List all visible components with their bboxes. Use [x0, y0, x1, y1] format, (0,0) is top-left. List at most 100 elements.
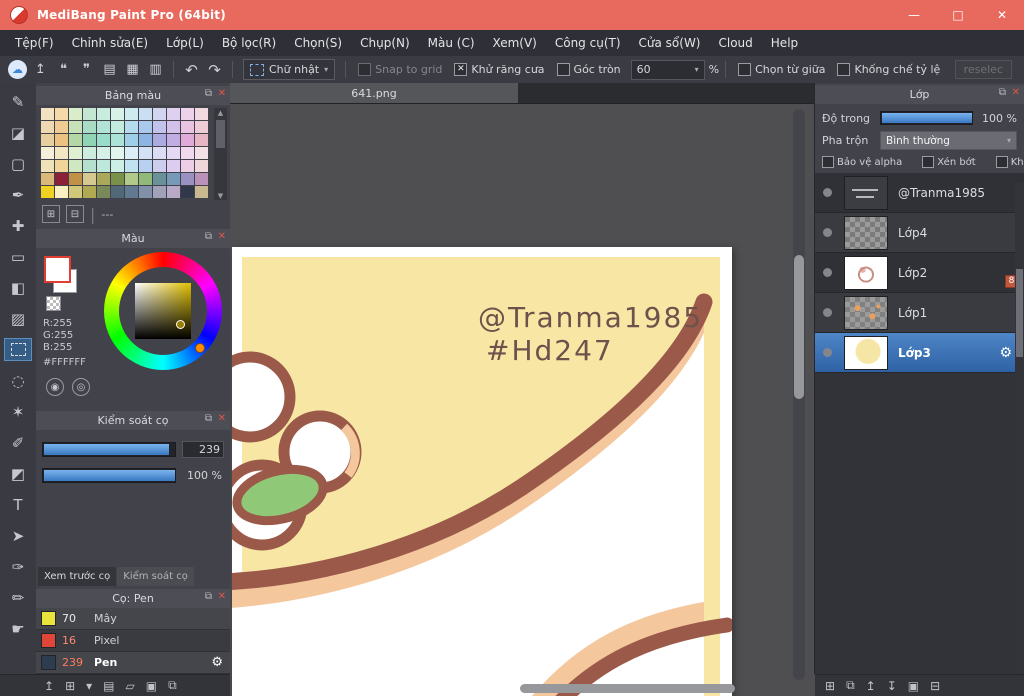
select-pen-tool[interactable]: ✐: [5, 432, 31, 453]
document-tab[interactable]: 641.png: [230, 83, 518, 103]
clipping-checkbox[interactable]: Xén bớt: [922, 156, 976, 168]
publish-icon[interactable]: ↥: [30, 59, 51, 80]
corner-radius-dropdown[interactable]: 60 ▾: [630, 59, 705, 80]
scrollbar-thumb[interactable]: [794, 255, 804, 399]
alpha-protect-checkbox[interactable]: Bảo vệ alpha: [822, 156, 902, 168]
move-tool[interactable]: ✚: [5, 215, 31, 236]
palette-swatch[interactable]: [153, 173, 166, 185]
palette-swatch[interactable]: [69, 147, 82, 159]
palette-swatch[interactable]: [97, 173, 110, 185]
palette-swatch[interactable]: [83, 108, 96, 120]
brush-opacity-slider[interactable]: [42, 467, 176, 483]
scroll-down-icon[interactable]: ▼: [214, 191, 227, 200]
duplicate-layer-icon[interactable]: ⧉: [846, 678, 855, 693]
delete-swatch-icon[interactable]: ⊟: [66, 205, 84, 223]
layer-row[interactable]: Lớp4 ⚙: [815, 213, 1024, 253]
palette-swatch[interactable]: [167, 147, 180, 159]
palette-swatch[interactable]: [55, 108, 68, 120]
transform-tool[interactable]: ▭: [5, 246, 31, 267]
palette-swatch[interactable]: [41, 134, 54, 146]
menu-color[interactable]: Màu (C): [419, 30, 484, 56]
selection-shape-dropdown[interactable]: Chữ nhật ▾: [243, 59, 336, 80]
close-panel-icon[interactable]: ✕: [218, 231, 226, 242]
palette-swatch[interactable]: [181, 173, 194, 185]
palette-swatch[interactable]: [153, 134, 166, 146]
tab-brush-control[interactable]: Kiểm soát cọ: [117, 567, 194, 586]
blend-mode-dropdown[interactable]: Bình thường ▾: [880, 131, 1017, 150]
close-panel-icon[interactable]: ✕: [218, 413, 226, 424]
palette-swatch[interactable]: [181, 147, 194, 159]
redo-icon[interactable]: ↷: [204, 59, 225, 80]
palette-swatch[interactable]: [41, 147, 54, 159]
foreground-color-swatch[interactable]: [44, 256, 71, 283]
palette-swatch[interactable]: [195, 147, 208, 159]
palette-swatch[interactable]: [55, 160, 68, 172]
new-canvas-icon[interactable]: ▤: [99, 59, 120, 80]
brush-settings-gear-icon[interactable]: ⚙: [211, 655, 223, 670]
detach-panel-icon[interactable]: ⧉: [205, 231, 212, 242]
palette-swatch[interactable]: [195, 134, 208, 146]
palette-swatch[interactable]: [139, 173, 152, 185]
palette-swatch[interactable]: [195, 160, 208, 172]
palette-swatch[interactable]: [97, 160, 110, 172]
palette-swatch[interactable]: [41, 121, 54, 133]
layer-row[interactable]: Lớp1 ⚙: [815, 293, 1024, 333]
palette-swatch[interactable]: [83, 160, 96, 172]
palette-swatch[interactable]: [83, 121, 96, 133]
menu-help[interactable]: Help: [762, 30, 807, 56]
menu-tools[interactable]: Công cụ(T): [546, 30, 630, 56]
detach-panel-icon[interactable]: ⧉: [205, 88, 212, 99]
palette-swatch[interactable]: [41, 160, 54, 172]
divide-tool[interactable]: ✑: [5, 556, 31, 577]
palette-swatch[interactable]: [125, 147, 138, 159]
minimize-button[interactable]: —: [892, 0, 936, 30]
palette-swatch[interactable]: [181, 134, 194, 146]
palette-swatch[interactable]: [69, 134, 82, 146]
palette-swatch[interactable]: [55, 134, 68, 146]
palette-swatch[interactable]: [83, 186, 96, 198]
palette-swatch[interactable]: [181, 186, 194, 198]
brush-row[interactable]: 16 Pixel ⚙: [36, 630, 230, 652]
palette-swatch[interactable]: [41, 173, 54, 185]
menu-edit[interactable]: Chỉnh sửa(E): [63, 30, 158, 56]
palette-swatch[interactable]: [181, 108, 194, 120]
constrain-ratio-checkbox[interactable]: Khống chế tỷ lệ: [837, 63, 940, 76]
layer-row[interactable]: Lớp2 ⚙ 8: [815, 253, 1024, 293]
palette-swatch[interactable]: [195, 173, 208, 185]
select-from-center-checkbox[interactable]: Chọn từ giữa: [738, 63, 825, 76]
layer-visibility-dot[interactable]: [823, 188, 832, 197]
palette-swatch[interactable]: [139, 121, 152, 133]
palette-swatch[interactable]: [97, 121, 110, 133]
menu-layer[interactable]: Lớp(L): [157, 30, 213, 56]
palette-swatch[interactable]: [125, 173, 138, 185]
maximize-button[interactable]: □: [936, 0, 980, 30]
select-tool[interactable]: [4, 338, 32, 361]
palette-swatch[interactable]: [41, 108, 54, 120]
brush-list-icon[interactable]: ▤: [103, 679, 114, 693]
layer-opacity-slider[interactable]: [880, 111, 973, 125]
palette-swatch[interactable]: [111, 147, 124, 159]
comment-icon[interactable]: ❝: [53, 59, 74, 80]
reselect-button[interactable]: reselec: [954, 60, 1012, 79]
palette-swatch[interactable]: [97, 108, 110, 120]
scrollbar-thumb[interactable]: [216, 120, 225, 148]
palette-swatch[interactable]: [167, 108, 180, 120]
palette-swatch[interactable]: [83, 147, 96, 159]
palette-swatch[interactable]: [153, 186, 166, 198]
palette-swatch[interactable]: [83, 173, 96, 185]
palette-swatch[interactable]: [55, 173, 68, 185]
hue-cursor[interactable]: [195, 343, 205, 353]
layer-visibility-dot[interactable]: [823, 268, 832, 277]
detach-panel-icon[interactable]: ⧉: [205, 413, 212, 424]
palette-swatch[interactable]: [167, 160, 180, 172]
duplicate-icon[interactable]: ⧉: [168, 678, 177, 693]
bucket-tool[interactable]: ◧: [5, 277, 31, 298]
palette-swatch[interactable]: [139, 134, 152, 146]
gradient-tool[interactable]: ▨: [5, 308, 31, 329]
color-wheel-mode-icon[interactable]: ◉: [46, 378, 64, 396]
canvas-area[interactable]: 641.png @Tranma1985 #Hd247: [230, 83, 815, 696]
palette-swatch[interactable]: [153, 108, 166, 120]
palette-swatch[interactable]: [55, 121, 68, 133]
layer-visibility-dot[interactable]: [823, 308, 832, 317]
layer-settings-gear-icon[interactable]: ⚙: [999, 345, 1012, 361]
